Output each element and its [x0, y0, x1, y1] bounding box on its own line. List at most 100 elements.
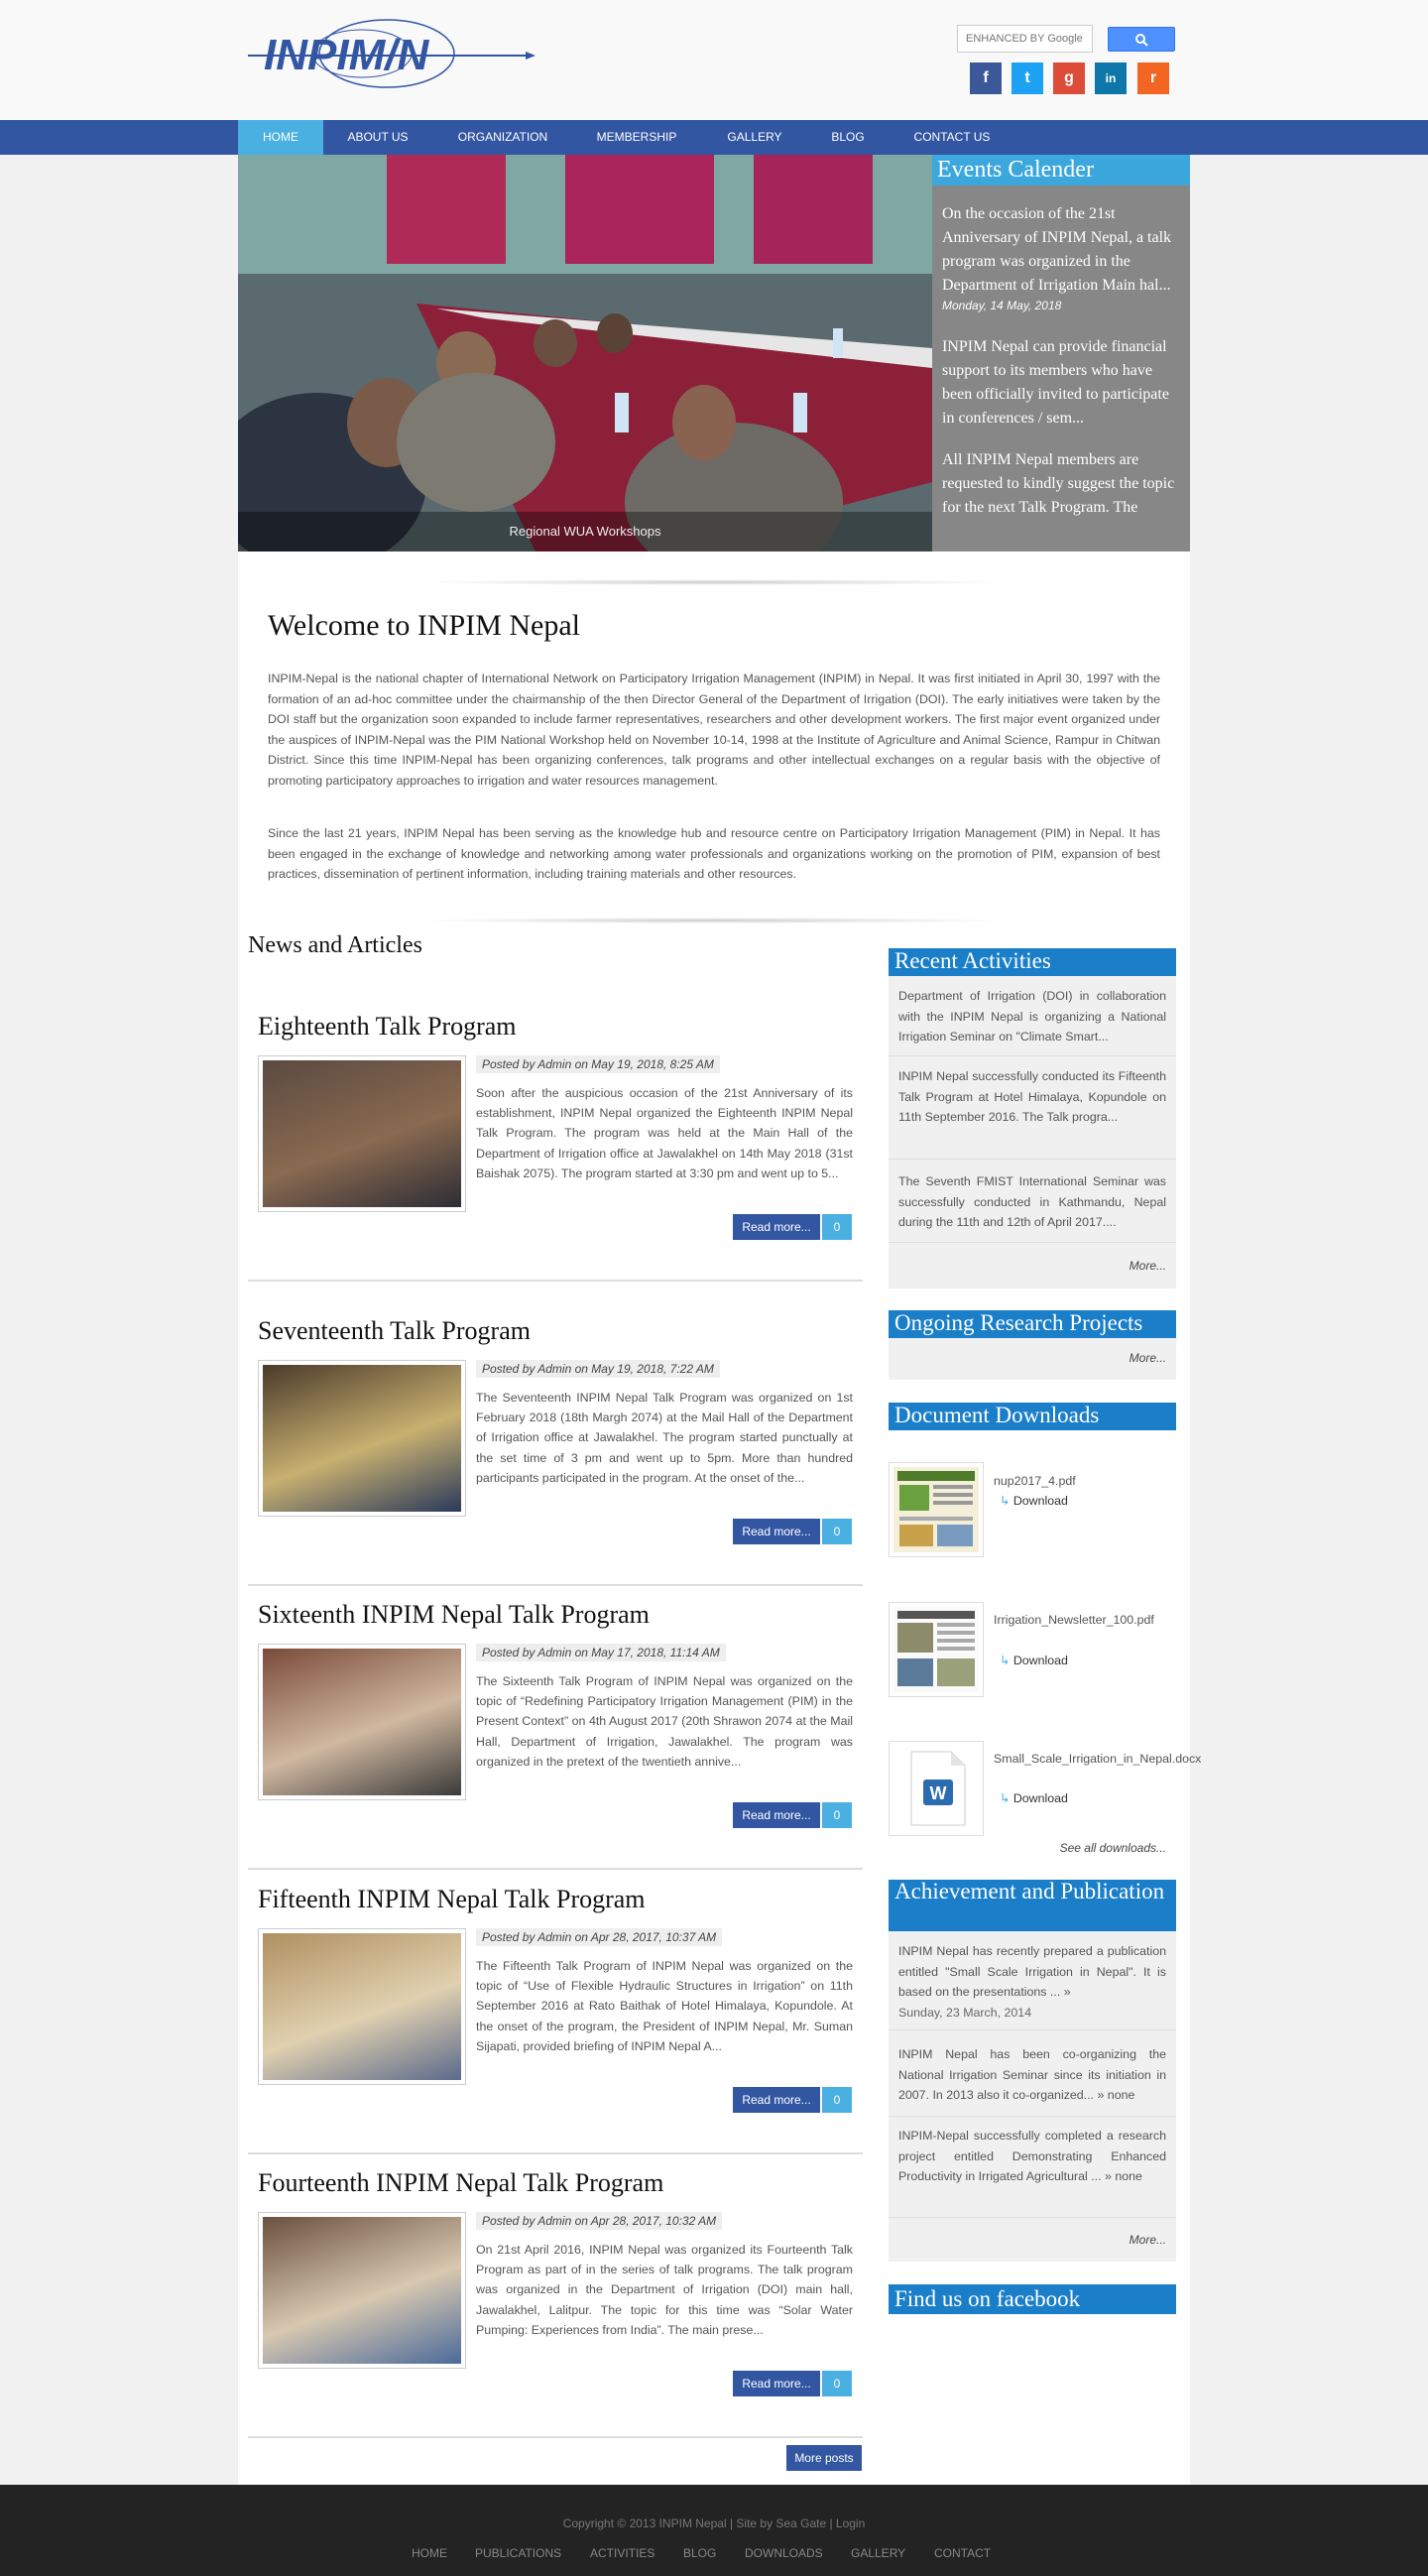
post-title[interactable]: Eighteenth Talk Program: [258, 1012, 517, 1042]
comment-count-badge[interactable]: 0: [822, 2087, 852, 2113]
post-separator: [248, 1584, 863, 1586]
post-excerpt: The Sixteenth Talk Program of INPIM Nepa…: [476, 1674, 853, 1769]
nav-membership[interactable]: MEMBERSHIP: [581, 120, 692, 155]
separator: [889, 2217, 1176, 2218]
footer-link-home[interactable]: HOME: [412, 2546, 447, 2560]
post-separator: [248, 1868, 863, 1870]
recent-activity-item[interactable]: INPIM Nepal successfully conducted its F…: [889, 1066, 1176, 1128]
document-thumbnail[interactable]: W: [889, 1741, 984, 1836]
event-item[interactable]: On the occasion of the 21st Anniversary …: [942, 202, 1182, 313]
footer-link-downloads[interactable]: DOWNLOADS: [745, 2546, 823, 2560]
read-more-button[interactable]: Read more...: [733, 1519, 820, 1544]
comment-count-badge[interactable]: 0: [822, 1802, 852, 1828]
comment-count-badge[interactable]: 0: [822, 1519, 852, 1544]
copyright-text[interactable]: Copyright © 2013 INPIM Nepal | Site by S…: [0, 2516, 1428, 2530]
comment-count-badge[interactable]: 0: [822, 2371, 852, 2396]
nav-home[interactable]: HOME: [238, 120, 323, 155]
read-more-button[interactable]: Read more...: [733, 1802, 820, 1828]
research-more-link[interactable]: More...: [889, 1351, 1166, 1365]
achievement-more-link[interactable]: More...: [889, 2233, 1166, 2247]
post-thumbnail[interactable]: [258, 1360, 466, 1517]
footer-link-activities[interactable]: ACTIVITIES: [590, 2546, 654, 2560]
recent-activity-item[interactable]: Department of Irrigation (DOI) in collab…: [889, 986, 1176, 1047]
google-plus-icon[interactable]: g: [1053, 62, 1085, 94]
document-thumbnail[interactable]: [889, 1602, 984, 1697]
post-thumbnail[interactable]: [258, 1928, 466, 2085]
linkedin-icon[interactable]: in: [1095, 62, 1127, 94]
post-meta: Posted by Admin on May 19, 2018, 7:22 AM: [476, 1360, 720, 1378]
inpim-logo[interactable]: INPIM/N: [248, 18, 536, 89]
footer-link-blog[interactable]: BLOG: [683, 2546, 716, 2560]
post-title[interactable]: Seventeenth Talk Program: [258, 1316, 531, 1346]
achievement-item[interactable]: INPIM Nepal has been co-organizing the N…: [889, 2044, 1176, 2106]
footer-link-gallery[interactable]: GALLERY: [851, 2546, 905, 2560]
logo-text: INPIM/N: [264, 31, 429, 79]
nav-organization[interactable]: ORGANIZATION: [442, 120, 563, 155]
post-thumbnail[interactable]: [258, 2212, 466, 2369]
event-item[interactable]: All INPIM Nepal members are requested to…: [942, 448, 1182, 520]
nav-gallery[interactable]: GALLERY: [712, 120, 797, 155]
separator: [889, 2116, 1176, 2117]
divider: [416, 918, 1012, 923]
post-separator: [248, 1280, 863, 1282]
read-more-button[interactable]: Read more...: [733, 1214, 820, 1240]
comment-count-badge[interactable]: 0: [822, 1214, 852, 1240]
recent-activity-item[interactable]: The Seventh FMIST International Seminar …: [889, 1171, 1176, 1233]
separator: [889, 1055, 1176, 1056]
event-item[interactable]: INPIM Nepal can provide financial suppor…: [942, 335, 1182, 430]
see-all-downloads-link[interactable]: See all downloads...: [889, 1841, 1166, 1855]
facebook-icon[interactable]: f: [970, 62, 1002, 94]
post-separator: [248, 2152, 863, 2154]
main-nav: HOME ABOUT US ORGANIZATION MEMBERSHIP GA…: [0, 120, 1428, 155]
nav-about-us[interactable]: ABOUT US: [323, 120, 432, 155]
download-arrow-icon: ↳: [1000, 1791, 1011, 1805]
document-name: Small_Scale_Irrigation_in_Nepal.docx: [994, 1752, 1202, 1766]
post-title[interactable]: Fourteenth INPIM Nepal Talk Program: [258, 2168, 663, 2198]
welcome-title: Welcome to INPIM Nepal: [268, 609, 580, 642]
post-thumbnail[interactable]: [258, 1644, 466, 1800]
achievement-item[interactable]: INPIM-Nepal successfully completed a res…: [889, 2126, 1176, 2187]
read-more-button[interactable]: Read more...: [733, 2087, 820, 2113]
document-downloads-title: Document Downloads: [889, 1403, 1176, 1430]
post-meta: Posted by Admin on Apr 28, 2017, 10:37 A…: [476, 1928, 723, 1946]
recent-activities-more-link[interactable]: More...: [889, 1259, 1166, 1273]
download-link[interactable]: ↳ Download: [1000, 1790, 1068, 1805]
svg-text:W: W: [930, 1783, 947, 1803]
achievement-date: Sunday, 23 March, 2014: [898, 2005, 1032, 2020]
document-name: nup2017_4.pdf: [994, 1474, 1076, 1488]
download-link[interactable]: ↳ Download: [1000, 1653, 1068, 1667]
footer-link-contact[interactable]: CONTACT: [934, 2546, 991, 2560]
post-meta: Posted by Admin on Apr 28, 2017, 10:32 A…: [476, 2212, 723, 2230]
slider-image[interactable]: [238, 155, 932, 552]
rss-icon[interactable]: r: [1137, 62, 1169, 94]
divider: [416, 579, 1012, 585]
document-name: Irrigation_Newsletter_100.pdf: [994, 1613, 1154, 1627]
search-form: [957, 25, 1175, 53]
welcome-paragraph: Since the last 21 years, INPIM Nepal has…: [268, 826, 1160, 881]
post-separator: [248, 2436, 863, 2438]
post-excerpt: Soon after the auspicious occasion of th…: [476, 1086, 853, 1180]
search-input[interactable]: [957, 25, 1093, 53]
site-footer: [0, 2485, 1428, 2576]
achievement-item[interactable]: INPIM Nepal has recently prepared a publ…: [889, 1941, 1176, 2023]
events-title: Events Calender: [932, 155, 1190, 185]
separator: [889, 1159, 1176, 1160]
nav-blog[interactable]: BLOG: [813, 120, 883, 155]
footer-link-publications[interactable]: PUBLICATIONS: [475, 2546, 561, 2560]
search-button[interactable]: [1108, 27, 1175, 52]
twitter-icon[interactable]: t: [1012, 62, 1043, 94]
nav-contact-us[interactable]: CONTACT US: [898, 120, 1006, 155]
post-thumbnail[interactable]: [258, 1055, 466, 1212]
research-projects-title: Ongoing Research Projects: [889, 1310, 1176, 1338]
facebook-title: Find us on facebook: [889, 2284, 1176, 2314]
more-posts-button[interactable]: More posts: [786, 2445, 862, 2471]
download-arrow-icon: ↳: [1000, 1494, 1011, 1508]
post-title[interactable]: Sixteenth INPIM Nepal Talk Program: [258, 1600, 650, 1630]
separator: [889, 1242, 1176, 1243]
download-link[interactable]: ↳ Download: [1000, 1493, 1068, 1508]
read-more-button[interactable]: Read more...: [733, 2371, 820, 2396]
post-meta: Posted by Admin on May 17, 2018, 11:14 A…: [476, 1644, 726, 1661]
post-excerpt: On 21st April 2016, INPIM Nepal was orga…: [476, 2243, 853, 2337]
post-title[interactable]: Fifteenth INPIM Nepal Talk Program: [258, 1885, 646, 1914]
document-thumbnail[interactable]: [889, 1462, 984, 1557]
